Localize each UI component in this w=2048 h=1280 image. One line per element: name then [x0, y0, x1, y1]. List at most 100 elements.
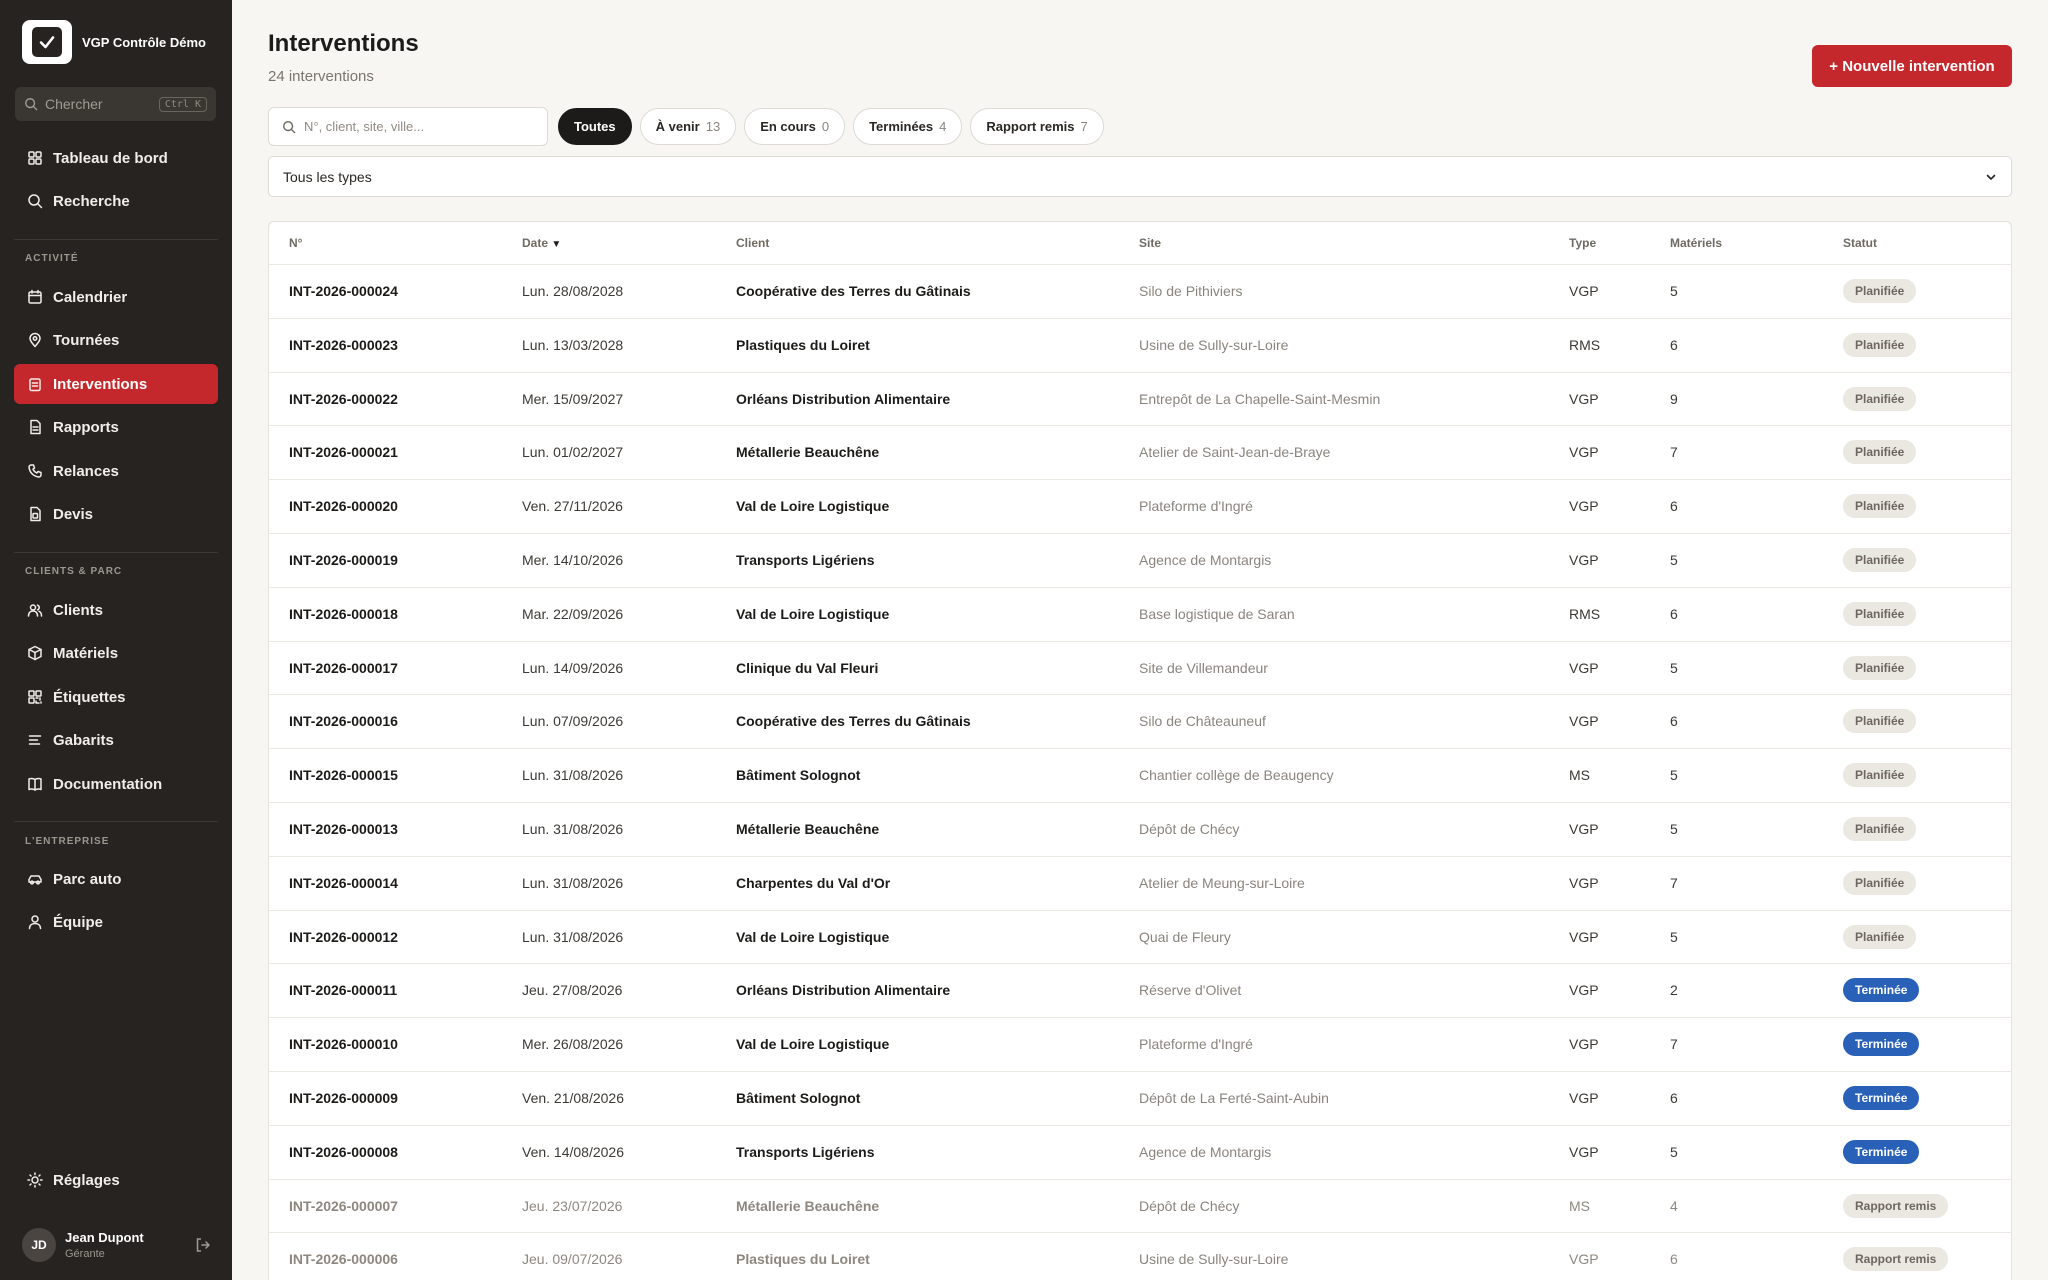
- table-row[interactable]: INT-2026-000024 Lun. 28/08/2028 Coopérativ…: [269, 264, 2011, 318]
- sidebar-section-label: CLIENTS & PARC: [25, 566, 123, 577]
- col-header-type[interactable]: Type: [1569, 236, 1596, 250]
- cell-client: Métallerie Beauchêne: [736, 1197, 880, 1214]
- table-row[interactable]: INT-2026-000007 Jeu. 23/07/2026 Métallerie…: [269, 1178, 2011, 1233]
- search-input[interactable]: [304, 119, 534, 134]
- col-header-site[interactable]: Site: [1139, 236, 1161, 250]
- table-row[interactable]: INT-2026-000012 Lun. 31/08/2026 Val de Loi…: [269, 909, 2011, 964]
- avatar: JD: [22, 1228, 56, 1262]
- cell-number: INT-2026-000010: [289, 1036, 398, 1053]
- cell-site: Plateforme d'Ingré: [1139, 1036, 1253, 1053]
- col-header-num[interactable]: N°: [289, 236, 302, 250]
- sidebar-item-parc-auto[interactable]: Parc auto: [14, 859, 218, 899]
- cell-client: Charpentes du Val d'Or: [736, 874, 891, 891]
- sidebar-item-interventions[interactable]: Interventions: [14, 364, 218, 404]
- sidebar-item-devis[interactable]: Devis: [14, 494, 218, 534]
- sidebar-item-label: Gabarits: [53, 731, 114, 749]
- sidebar-item-clients[interactable]: Clients: [14, 590, 218, 630]
- sidebar-item-rapports[interactable]: Rapports: [14, 407, 218, 447]
- sidebar-item-label: Devis: [53, 505, 94, 523]
- table-row[interactable]: INT-2026-000019 Mer. 14/10/2026 Transports…: [269, 533, 2011, 587]
- cell-client: Val de Loire Logistique: [736, 928, 890, 945]
- sidebar-search[interactable]: Chercher Ctrl K: [15, 87, 216, 121]
- table-row[interactable]: INT-2026-000010 Mer. 26/08/2026 Val de Loi…: [269, 1017, 2011, 1071]
- shortcut-hint: Ctrl K: [158, 96, 207, 112]
- quote-icon: [30, 506, 41, 522]
- brand[interactable]: VGP Contrôle Démo: [22, 20, 206, 64]
- type-select[interactable]: Tous les types: [268, 156, 2012, 197]
- sidebar-item-relances[interactable]: Relances: [14, 451, 218, 491]
- user-menu[interactable]: JD Jean Dupont Gérante: [22, 1228, 212, 1262]
- col-header-statut[interactable]: Statut: [1843, 236, 1877, 250]
- filter-chip-en-cours[interactable]: En cours 0: [744, 108, 846, 145]
- status-badge: Planifiée: [1843, 709, 1917, 734]
- filter-chip-a-venir[interactable]: À venir 13: [639, 108, 737, 145]
- col-header-materiels[interactable]: Matériels: [1670, 236, 1722, 250]
- sidebar-item-settings[interactable]: Réglages: [14, 1160, 218, 1200]
- table-row[interactable]: INT-2026-000008 Ven. 14/08/2026 Transports…: [269, 1124, 2011, 1179]
- table-row[interactable]: INT-2026-000011 Jeu. 27/08/2026 Orléans Di…: [269, 963, 2011, 1017]
- cell-type: VGP: [1569, 1036, 1599, 1053]
- status-badge: Planifiée: [1843, 440, 1917, 465]
- cell-materiels: 5: [1670, 283, 1678, 299]
- list-icon: [28, 735, 42, 745]
- table-row[interactable]: INT-2026-000015 Lun. 31/08/2026 Bâtiment S…: [269, 748, 2011, 802]
- col-header-date[interactable]: Date ▼: [522, 236, 561, 250]
- filter-chip-rapport-remis[interactable]: Rapport remis 7: [970, 108, 1104, 145]
- col-header-client[interactable]: Client: [736, 236, 769, 250]
- sidebar-item-documentation[interactable]: Documentation: [14, 764, 218, 804]
- main-content: Interventions 24 interventions + Nouvell…: [232, 0, 2048, 1280]
- table-row[interactable]: INT-2026-000006 Jeu. 09/07/2026 Plastiques…: [269, 1232, 2011, 1280]
- table-row[interactable]: INT-2026-000021 Lun. 01/02/2027 Métallerie…: [269, 425, 2011, 479]
- sidebar-item-etiquettes[interactable]: Étiquettes: [14, 677, 218, 717]
- filter-chip-label: En cours: [760, 119, 816, 134]
- table-row[interactable]: INT-2026-000018 Mar. 22/09/2026 Val de Loi…: [269, 586, 2011, 641]
- sidebar-item-calendrier[interactable]: Calendrier: [14, 277, 218, 317]
- car-icon: [28, 875, 42, 885]
- filter-chip-toutes[interactable]: Toutes: [558, 108, 632, 145]
- filter-chip-terminees[interactable]: Terminées 4: [853, 108, 963, 145]
- cell-site: Atelier de Meung-sur-Loire: [1139, 874, 1305, 891]
- sidebar-item-gabarits[interactable]: Gabarits: [14, 720, 218, 760]
- table-row[interactable]: INT-2026-000017 Lun. 14/09/2026 Clinique d…: [269, 640, 2011, 695]
- sidebar-item-materiels[interactable]: Matériels: [14, 633, 218, 673]
- cell-site: Usine de Sully-sur-Loire: [1139, 1251, 1289, 1268]
- new-intervention-button[interactable]: + Nouvelle intervention: [1812, 45, 2012, 87]
- table-row[interactable]: INT-2026-000014 Lun. 31/08/2026 Charpentes…: [269, 855, 2011, 910]
- table-row[interactable]: INT-2026-000016 Lun. 07/09/2026 Coopérativ…: [269, 694, 2011, 748]
- cell-type: VGP: [1569, 390, 1599, 407]
- filter-chip-count: 7: [1080, 119, 1088, 134]
- cell-type: VGP: [1569, 659, 1599, 676]
- status-badge: Planifiée: [1843, 601, 1917, 626]
- sidebar-item-recherche[interactable]: Recherche: [14, 181, 218, 221]
- sidebar-item-tableau-de-bord[interactable]: Tableau de bord: [14, 138, 218, 178]
- logout-icon[interactable]: [194, 1236, 212, 1254]
- sidebar-item-label: Tableau de bord: [53, 149, 168, 167]
- table-row[interactable]: INT-2026-000020 Ven. 27/11/2026 Val de Loi…: [269, 479, 2011, 533]
- page-title: Interventions: [268, 30, 419, 57]
- cell-date: Mar. 22/09/2026: [522, 605, 624, 622]
- table-row[interactable]: INT-2026-000009 Ven. 21/08/2026 Bâtiment S…: [269, 1071, 2011, 1125]
- cell-site: Dépôt de La Ferté-Saint-Aubin: [1139, 1090, 1329, 1106]
- cell-date: Lun. 31/08/2026: [522, 874, 624, 891]
- cell-site: Réserve d'Olivet: [1139, 982, 1242, 999]
- sidebar-item-equipe[interactable]: Équipe: [14, 902, 218, 942]
- cell-site: Agence de Montargis: [1139, 1143, 1272, 1160]
- filter-chip-count: 0: [821, 119, 830, 134]
- sidebar-item-tournees[interactable]: Tournées: [14, 320, 218, 360]
- cell-number: INT-2026-000022: [289, 390, 398, 407]
- cell-date: Lun. 31/08/2026: [522, 821, 624, 837]
- table-row[interactable]: INT-2026-000022 Mer. 15/09/2027 Orléans Di…: [269, 371, 2011, 426]
- filter-search[interactable]: [268, 107, 548, 146]
- cell-date: Ven. 27/11/2026: [522, 498, 623, 515]
- cell-number: INT-2026-000019: [289, 552, 398, 568]
- sidebar-section-label: L'ENTREPRISE: [25, 836, 110, 847]
- cell-number: INT-2026-000008: [289, 1143, 398, 1160]
- cell-client: Orléans Distribution Alimentaire: [736, 390, 951, 407]
- table-row[interactable]: INT-2026-000013 Lun. 31/08/2026 Métallerie…: [269, 802, 2011, 856]
- table-row[interactable]: INT-2026-000023 Lun. 13/03/2028 Plastiques…: [269, 317, 2011, 372]
- file-icon: [30, 419, 41, 435]
- sidebar-search-label: Chercher: [45, 96, 103, 112]
- cell-site: Silo de Pithiviers: [1139, 283, 1243, 299]
- cell-materiels: 6: [1670, 605, 1678, 622]
- cell-site: Plateforme d'Ingré: [1139, 498, 1253, 515]
